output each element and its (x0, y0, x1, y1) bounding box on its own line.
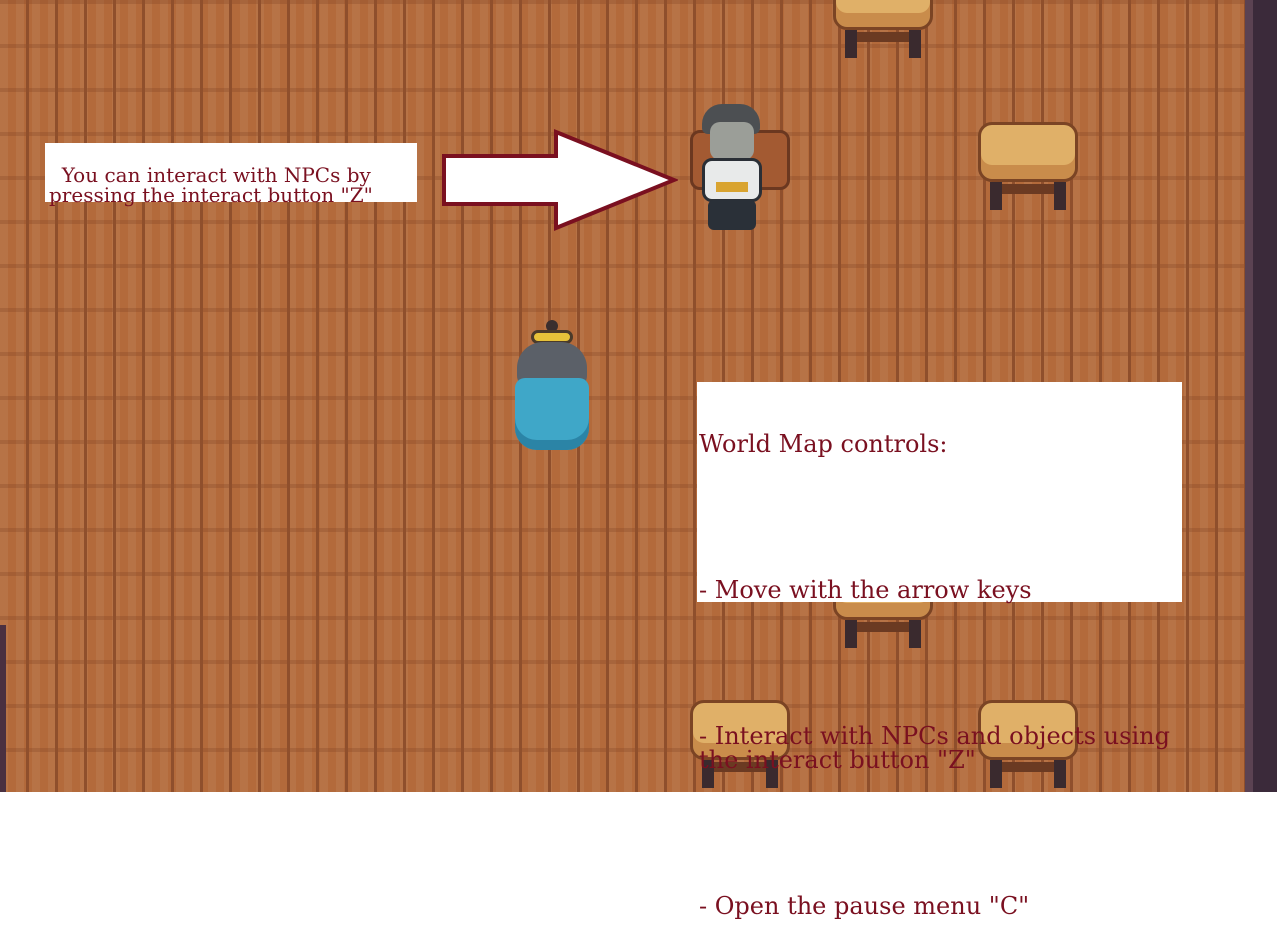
npc-face (710, 122, 754, 160)
npc-body (702, 158, 762, 202)
table-top (833, 0, 933, 30)
world-map-controls-panel: World Map controls: - Move with the arro… (697, 382, 1182, 918)
table-leg (909, 30, 921, 58)
table-leg (990, 182, 1002, 210)
right-arrow-icon (442, 129, 678, 231)
controls-move-line: - Move with the arrow keys (699, 576, 1032, 604)
player-robe (515, 378, 589, 450)
left-wall-edge (0, 625, 6, 792)
controls-title: World Map controls: (699, 430, 948, 458)
npc-character[interactable] (690, 100, 790, 235)
controls-pause-line: - Open the pause menu "C" (699, 892, 1030, 920)
right-wall-edge (1245, 0, 1253, 792)
table-leg (1054, 182, 1066, 210)
npc-hint-text: You can interact with NPCs by pressing t… (49, 163, 373, 207)
npc-legs (708, 200, 756, 230)
npc-belt (716, 182, 748, 192)
controls-interact-line: - Interact with NPCs and objects using t… (699, 722, 1170, 774)
table[interactable] (978, 122, 1078, 214)
npc-interact-hint: You can interact with NPCs by pressing t… (45, 143, 417, 205)
table-leg (845, 30, 857, 58)
table-top (978, 122, 1078, 182)
table[interactable] (833, 0, 933, 62)
player-character (513, 320, 591, 455)
